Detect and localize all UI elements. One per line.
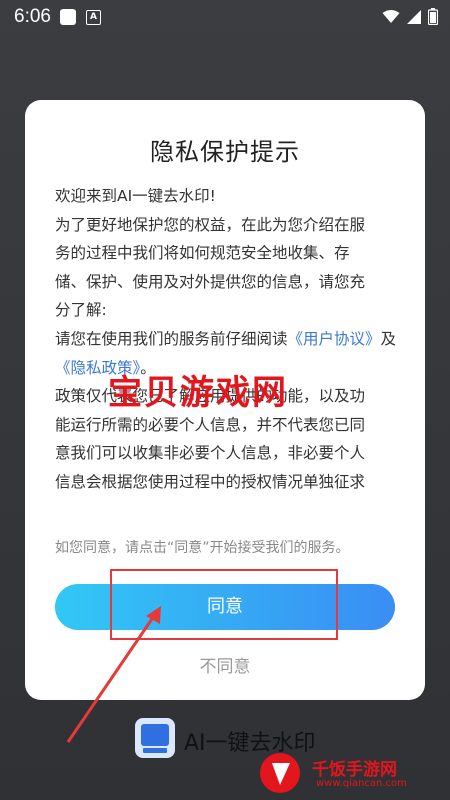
annotation-arrow	[66, 606, 161, 743]
corner-watermark-url: www.qiancan.com	[316, 778, 407, 789]
app-logo-icon	[135, 718, 175, 758]
corner-watermark: 千饭手游网	[312, 760, 397, 780]
